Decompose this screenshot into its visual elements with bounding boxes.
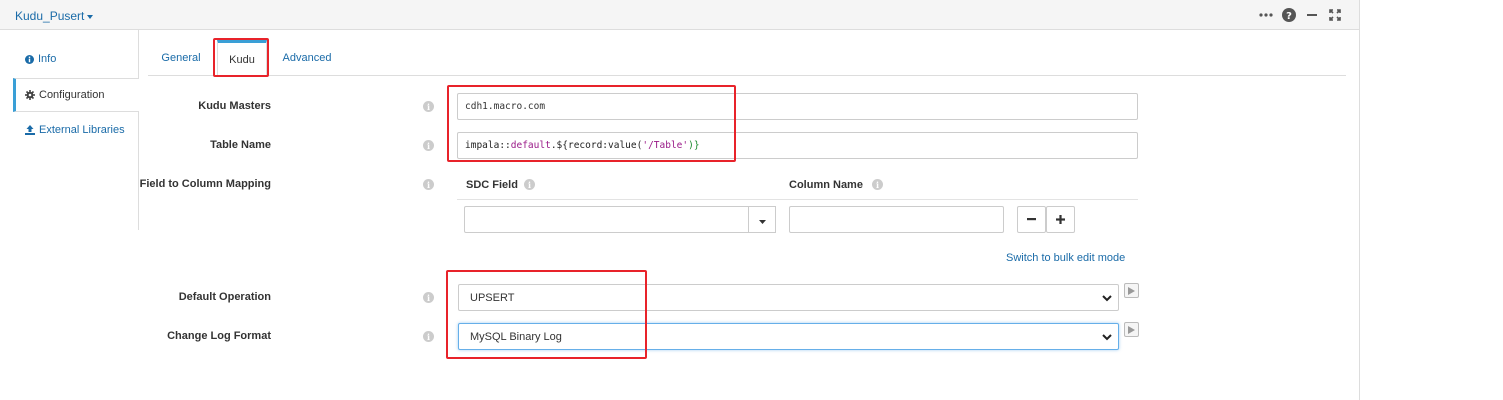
play-icon: [1128, 286, 1135, 295]
plus-icon: [1056, 215, 1065, 224]
help-icon[interactable]: ?: [1281, 7, 1297, 23]
kudu-masters-input[interactable]: cdh1.macro.com: [457, 93, 1138, 120]
mapping-divider: [457, 199, 1138, 200]
sidebar-item-info[interactable]: Info: [13, 42, 139, 76]
default-operation-select[interactable]: UPSERT: [458, 284, 1119, 311]
table-name-part: '/Table': [642, 140, 689, 151]
change-log-format-value: MySQL Binary Log: [470, 330, 562, 343]
info-icon[interactable]: i: [524, 179, 535, 190]
tab-advanced[interactable]: Advanced: [275, 40, 339, 76]
more-icon[interactable]: [1258, 7, 1274, 23]
el-expression-button[interactable]: [1124, 322, 1139, 337]
sidebar-item-label: Info: [38, 53, 57, 65]
table-name-part: impala::: [465, 140, 511, 151]
chevron-down-icon: [1102, 332, 1112, 344]
table-name-part: )}: [688, 140, 700, 151]
change-log-format-select[interactable]: MySQL Binary Log: [458, 323, 1119, 350]
header-actions: ?: [1258, 7, 1343, 23]
sidebar-item-external-libraries[interactable]: External Libraries: [13, 113, 139, 147]
info-icon[interactable]: i: [423, 331, 434, 342]
tab-label: Advanced: [282, 52, 332, 64]
table-name-part: .${: [550, 140, 568, 151]
panel-header: Kudu_Pusert ?: [0, 0, 1359, 30]
stage-name: Kudu_Pusert: [15, 9, 85, 23]
svg-text:?: ?: [1286, 11, 1292, 22]
el-expression-button[interactable]: [1124, 283, 1139, 298]
info-icon[interactable]: i: [423, 140, 434, 151]
chevron-down-icon: [1102, 293, 1112, 305]
add-mapping-button[interactable]: [1046, 206, 1075, 233]
default-operation-label: Default Operation: [178, 291, 271, 303]
sidebar-item-label: External Libraries: [39, 124, 125, 136]
tab-kudu[interactable]: Kudu: [217, 40, 267, 77]
info-icon[interactable]: i: [872, 179, 883, 190]
table-name-part: default: [510, 140, 551, 151]
info-icon[interactable]: i: [423, 292, 434, 303]
info-icon[interactable]: i: [423, 179, 434, 190]
table-name-part: record:value(: [567, 140, 643, 151]
column-name-input[interactable]: [789, 206, 1004, 233]
play-icon: [1128, 325, 1135, 334]
table-name-label: Table Name: [210, 139, 271, 151]
caret-down-icon: [87, 14, 94, 19]
config-tabs: General Kudu Advanced: [148, 40, 1346, 77]
maximize-icon[interactable]: [1327, 7, 1343, 23]
remove-mapping-button[interactable]: [1017, 206, 1046, 233]
sdc-field-dropdown-button[interactable]: [748, 206, 776, 233]
stage-config-panel: Kudu_Pusert ? Info Configuration Externa…: [0, 0, 1360, 400]
caret-down-icon: [758, 213, 766, 227]
kudu-masters-label: Kudu Masters: [198, 100, 271, 112]
default-operation-value: UPSERT: [470, 291, 515, 304]
tab-general[interactable]: General: [153, 40, 209, 76]
gear-icon: [25, 90, 35, 100]
minimize-icon[interactable]: [1304, 7, 1320, 23]
table-name-input[interactable]: impala:: default .${record:value('/Table')…: [457, 132, 1138, 159]
sidebar-item-configuration[interactable]: Configuration: [13, 78, 139, 112]
sidebar-item-label: Configuration: [39, 89, 105, 101]
column-name-header: Column Name: [789, 179, 863, 191]
tab-label: Kudu: [229, 53, 255, 66]
minus-icon: [1027, 218, 1036, 221]
field-mapping-label: Field to Column Mapping: [139, 178, 271, 190]
change-log-format-label: Change Log Format: [167, 330, 271, 342]
upload-icon: [25, 125, 35, 135]
info-icon[interactable]: i: [423, 101, 434, 112]
bulk-edit-link[interactable]: Switch to bulk edit mode: [1006, 252, 1125, 264]
kudu-masters-value: cdh1.macro.com: [465, 101, 546, 112]
sdc-field-input[interactable]: [464, 206, 749, 233]
config-sidebar: Info Configuration External Libraries: [0, 30, 139, 230]
tab-label: General: [161, 52, 201, 64]
info-icon: [25, 54, 34, 64]
stage-name-dropdown[interactable]: Kudu_Pusert: [15, 9, 94, 23]
sdc-field-header: SDC Field: [466, 179, 518, 191]
